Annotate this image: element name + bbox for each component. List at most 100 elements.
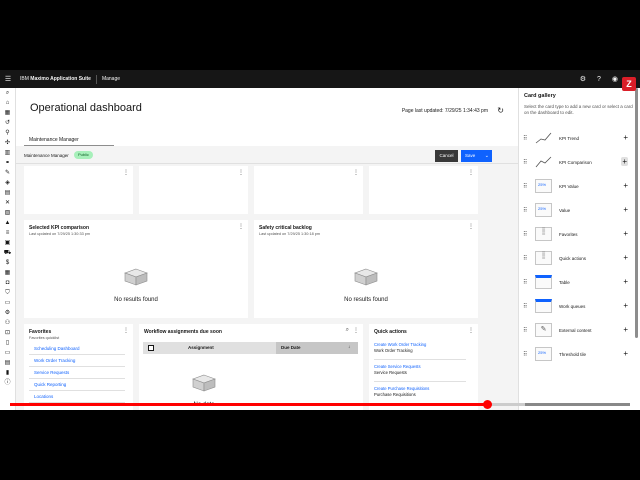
analytics-icon[interactable]: ▲ — [0, 218, 15, 228]
money-icon[interactable]: $ — [0, 258, 15, 268]
drag-handle-icon[interactable]: ⠿ — [523, 183, 527, 190]
overflow-menu-icon[interactable]: ⋮ — [353, 169, 359, 176]
help-icon[interactable]: ? — [597, 76, 601, 83]
chart-icon[interactable]: ▥ — [0, 148, 15, 158]
drag-handle-icon[interactable]: ⠿ — [523, 351, 527, 358]
drag-handle-icon[interactable]: ⠿ — [523, 327, 527, 334]
home-icon[interactable]: ⌂ — [0, 98, 15, 108]
search-icon[interactable]: ⌕ — [346, 327, 349, 334]
add-icon[interactable]: + — [623, 349, 628, 358]
gallery-item-value[interactable]: ⠿ 25% Value + — [519, 198, 640, 222]
quick-action-item[interactable]: Create Service Requests Service Requests — [374, 360, 466, 382]
add-icon[interactable]: + — [623, 229, 628, 238]
gallery-item-external-content[interactable]: ⠿ ✎ External content + — [519, 318, 640, 342]
empty-card[interactable]: ⋮ — [369, 166, 478, 214]
drag-handle-icon[interactable]: ⠿ — [523, 159, 527, 166]
column-assignment[interactable]: Assignment — [188, 345, 214, 350]
overflow-menu-icon[interactable]: ⋮ — [468, 327, 474, 334]
overflow-menu-icon[interactable]: ⋮ — [238, 223, 244, 230]
favorite-link[interactable]: Work Order Tracking — [29, 355, 125, 367]
folder-icon[interactable]: ▭ — [0, 348, 15, 358]
settings-icon[interactable]: ⚙ — [580, 75, 586, 83]
gallery-item-work-queues[interactable]: ⠿ Work queues + — [519, 294, 640, 318]
add-icon[interactable]: + — [623, 205, 628, 214]
favorite-link[interactable]: Locations — [29, 391, 125, 403]
add-icon[interactable]: + — [623, 181, 628, 190]
workflow-card[interactable]: Workflow assignments due soon ⌕ ⋮ Assign… — [139, 324, 363, 410]
overflow-menu-icon[interactable]: ⋮ — [123, 327, 129, 334]
link-icon[interactable]: ⚭ — [0, 158, 15, 168]
quick-action-link[interactable]: Create Service Requests — [374, 364, 421, 369]
calendar-icon[interactable]: ▭ — [0, 298, 15, 308]
archive-icon[interactable]: ▤ — [0, 358, 15, 368]
sort-arrow-icon[interactable]: ↓ — [348, 344, 350, 349]
document-icon[interactable]: ▤ — [0, 188, 15, 198]
drag-handle-icon[interactable]: ⠿ — [523, 279, 527, 286]
module-name[interactable]: Manage — [102, 76, 120, 82]
chevron-down-icon[interactable]: ⌄ — [485, 150, 489, 162]
drag-handle-icon[interactable]: ⠿ — [523, 135, 527, 142]
kpi-comparison-card[interactable]: Selected KPI comparison Last updated on … — [24, 220, 248, 318]
report-icon[interactable]: ▧ — [0, 208, 15, 218]
list-icon[interactable]: ≡ — [0, 228, 15, 238]
lock-icon[interactable]: ⊡ — [0, 328, 15, 338]
gallery-item-kpi-comparison[interactable]: ⠿ KPI Comparison + — [519, 150, 640, 174]
cancel-button[interactable]: Cancel — [435, 150, 458, 162]
user-icon[interactable]: ◉ — [612, 75, 618, 83]
select-all-checkbox[interactable] — [148, 345, 154, 351]
grid-icon[interactable]: ▦ — [0, 268, 15, 278]
trash-icon[interactable]: ▮ — [0, 368, 15, 378]
drag-handle-icon[interactable]: ⠿ — [523, 231, 527, 238]
truck-icon[interactable]: ⛟ — [0, 248, 15, 258]
overflow-menu-icon[interactable]: ⋮ — [238, 169, 244, 176]
drag-handle-icon[interactable]: ⠿ — [523, 207, 527, 214]
bag-icon[interactable]: ◘ — [0, 278, 15, 288]
empty-card[interactable]: ⋮ — [139, 166, 248, 214]
quick-actions-card[interactable]: Quick actions ⋮ Create Work Order Tracki… — [369, 324, 478, 410]
quick-action-link[interactable]: Create Work Order Tracking — [374, 342, 426, 347]
favorites-card[interactable]: Favorites Favorites quicklist ⋮ Scheduli… — [24, 324, 133, 410]
save-button[interactable]: Save ⌄ — [461, 150, 492, 162]
add-icon[interactable]: + — [623, 301, 628, 310]
overflow-menu-icon[interactable]: ⋮ — [468, 223, 474, 230]
gallery-item-kpi-value[interactable]: ⠿ 25% KPI Value + — [519, 174, 640, 198]
tools-icon[interactable]: ✕ — [0, 198, 15, 208]
refresh-icon[interactable]: ↻ — [497, 106, 504, 115]
favorite-link[interactable]: Service Requests — [29, 367, 125, 379]
inventory-icon[interactable]: ▣ — [0, 238, 15, 248]
clipboard-icon[interactable]: ▯ — [0, 338, 15, 348]
empty-card[interactable]: ⋮ — [254, 166, 363, 214]
gallery-item-favorites[interactable]: ⠿ ≡ ≡ Favorites + — [519, 222, 640, 246]
add-icon[interactable]: + — [623, 133, 628, 142]
people-icon[interactable]: ⚇ — [0, 318, 15, 328]
overflow-menu-icon[interactable]: ⋮ — [123, 169, 129, 176]
drag-handle-icon[interactable]: ⠿ — [523, 255, 527, 262]
dashboard-icon[interactable]: ▦ — [0, 108, 15, 118]
add-icon[interactable]: + — [621, 157, 628, 166]
empty-card[interactable]: ⋮ — [24, 166, 133, 214]
tab-maintenance-manager[interactable]: Maintenance Manager — [24, 134, 114, 146]
info-icon[interactable]: ⓘ — [0, 378, 15, 388]
quick-action-item[interactable]: Create Purchase Requisitions Purchase Req… — [374, 382, 466, 404]
gallery-item-quick-actions[interactable]: ⠿ ≡ ≡ Quick actions + — [519, 246, 640, 270]
brand[interactable]: IBM Maximo Application Suite — [20, 76, 91, 82]
favorite-link[interactable]: Scheduling Dashboard — [29, 343, 125, 355]
gear-icon[interactable]: ⚙ — [0, 308, 15, 318]
gallery-item-kpi-trend[interactable]: ⠿ KPI Trend + — [519, 126, 640, 150]
workflow-icon[interactable]: ⚲ — [0, 128, 15, 138]
favorite-link[interactable]: Quick Reporting — [29, 379, 125, 391]
flow-icon[interactable]: ✣ — [0, 138, 15, 148]
quick-action-item[interactable]: Create Work Order Tracking Work Order Tra… — [374, 338, 466, 360]
safety-backlog-card[interactable]: Safety critical backlog Last updated on … — [254, 220, 478, 318]
search-icon[interactable]: ⌕ — [0, 88, 15, 98]
drag-handle-icon[interactable]: ⠿ — [523, 303, 527, 310]
edit-icon[interactable]: ✎ — [0, 168, 15, 178]
menu-icon[interactable]: ☰ — [0, 75, 16, 83]
add-icon[interactable]: + — [623, 277, 628, 286]
tag-icon[interactable]: ◈ — [0, 178, 15, 188]
add-icon[interactable]: + — [623, 325, 628, 334]
column-due-date[interactable]: Due Date — [281, 345, 301, 350]
overflow-menu-icon[interactable]: ⋮ — [468, 169, 474, 176]
gallery-item-threshold-tile[interactable]: ⠿ 25% Threshold tile + — [519, 342, 640, 366]
gallery-item-table[interactable]: ⠿ Table + — [519, 270, 640, 294]
